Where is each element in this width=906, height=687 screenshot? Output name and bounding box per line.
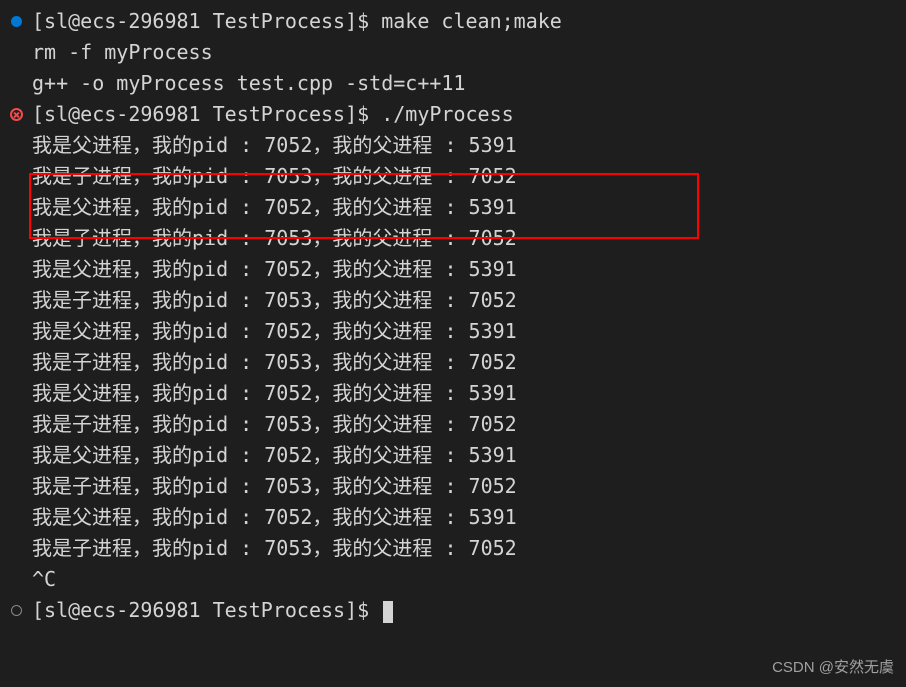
gutter-icon-success [0,16,32,27]
shell-prompt: [sl@ecs-296981 TestProcess]$ [32,598,381,622]
output-line: g++ -o myProcess test.cpp -std=c++11 [0,68,906,99]
command-line-3[interactable]: [sl@ecs-296981 TestProcess]$ [0,595,906,626]
process-output-line: 我是子进程，我的pid : 7053，我的父进程 : 7052 [0,285,906,316]
gutter-icon-empty [0,605,32,616]
process-output-line: 我是子进程，我的pid : 7053，我的父进程 : 7052 [0,223,906,254]
output-line: rm -f myProcess [0,37,906,68]
process-output-line: 我是子进程，我的pid : 7053，我的父进程 : 7052 [0,533,906,564]
interrupt-line: ^C [0,564,906,595]
process-output-line: 我是父进程，我的pid : 7052，我的父进程 : 5391 [0,130,906,161]
process-output-line: 我是父进程，我的pid : 7052，我的父进程 : 5391 [0,378,906,409]
process-output-line: 我是子进程，我的pid : 7053，我的父进程 : 7052 [0,347,906,378]
process-output-line: 我是父进程，我的pid : 7052，我的父进程 : 5391 [0,502,906,533]
process-output-line: 我是子进程，我的pid : 7053，我的父进程 : 7052 [0,471,906,502]
output-text: g++ -o myProcess test.cpp -std=c++11 [32,68,906,99]
output-text: rm -f myProcess [32,37,906,68]
command-line-1: [sl@ecs-296981 TestProcess]$ make clean;… [0,6,906,37]
cursor [383,601,393,623]
process-output-line: 我是父进程，我的pid : 7052，我的父进程 : 5391 [0,192,906,223]
gutter-icon-error [0,108,32,121]
process-output-line: 我是子进程，我的pid : 7053，我的父进程 : 7052 [0,161,906,192]
command-line-2: [sl@ecs-296981 TestProcess]$ ./myProcess [0,99,906,130]
interrupt-text: ^C [32,564,906,595]
watermark-text: CSDN @安然无虞 [772,656,894,679]
command-text: make clean;make [381,9,562,33]
terminal-output[interactable]: [sl@ecs-296981 TestProcess]$ make clean;… [0,0,906,632]
process-output-line: 我是父进程，我的pid : 7052，我的父进程 : 5391 [0,316,906,347]
process-output-line: 我是父进程，我的pid : 7052，我的父进程 : 5391 [0,440,906,471]
command-text: ./myProcess [381,102,513,126]
shell-prompt: [sl@ecs-296981 TestProcess]$ [32,102,381,126]
shell-prompt: [sl@ecs-296981 TestProcess]$ [32,9,381,33]
process-output-line: 我是父进程，我的pid : 7052，我的父进程 : 5391 [0,254,906,285]
process-output-line: 我是子进程，我的pid : 7053，我的父进程 : 7052 [0,409,906,440]
